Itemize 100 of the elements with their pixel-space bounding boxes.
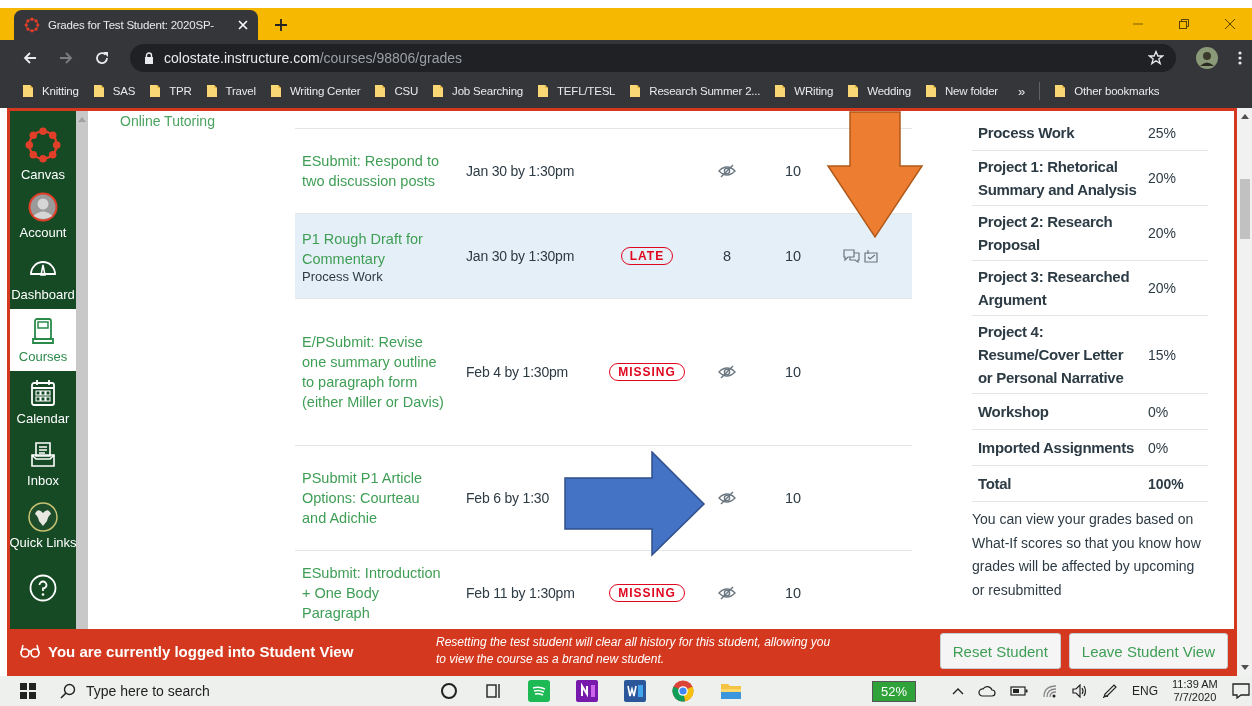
wifi-icon[interactable] bbox=[1042, 684, 1059, 698]
group-weight: 20% bbox=[1148, 225, 1177, 241]
bookmark[interactable]: Travel bbox=[205, 84, 256, 98]
notification-icon[interactable] bbox=[1231, 683, 1250, 699]
group-name: Project 3: Researched Argument bbox=[978, 267, 1131, 310]
more-bookmarks-button[interactable]: » bbox=[1017, 83, 1026, 99]
folder-icon bbox=[149, 84, 162, 98]
rubric-icon bbox=[863, 249, 879, 263]
taskbar-search-field[interactable]: Type here to search bbox=[60, 683, 390, 699]
what-if-note: You can view your grades based on What-If scores so that you know how grades will be affected by upcoming or resubmitted bbox=[972, 510, 1202, 600]
nav-item[interactable]: Quick Links bbox=[10, 495, 76, 557]
assignment-link[interactable]: ESubmit: Respond to two discussion posts bbox=[302, 151, 447, 191]
new-tab-icon[interactable] bbox=[274, 18, 288, 32]
group-name: Process Work bbox=[978, 123, 1076, 143]
canvas-logo-icon bbox=[24, 17, 40, 33]
nav-item[interactable]: Calendar bbox=[10, 371, 76, 433]
tab-title: Grades for Test Student: 2020SP- bbox=[48, 19, 215, 31]
nav-item[interactable]: Inbox bbox=[10, 433, 76, 495]
close-icon[interactable] bbox=[1224, 18, 1236, 30]
menu-icon[interactable] bbox=[1238, 50, 1242, 66]
address-bar[interactable]: colostate.instructure.com/courses/98806/grades bbox=[130, 44, 1176, 72]
group-weight: 0% bbox=[1148, 439, 1169, 456]
folder-icon bbox=[432, 84, 445, 98]
folder-icon bbox=[1054, 84, 1067, 98]
group-name: Project 2: Research Proposal bbox=[978, 212, 1114, 255]
folder-icon bbox=[22, 84, 34, 98]
bookmark[interactable]: Research Summer 2... bbox=[629, 84, 761, 98]
group-name: Project 4: Resume/Cover Letter or Personal Narrative bbox=[978, 322, 1125, 388]
clock[interactable]: 11:39 AM 7/7/2020 bbox=[1172, 678, 1218, 704]
scrollbar[interactable] bbox=[76, 111, 88, 629]
bookmark[interactable]: CSU bbox=[374, 84, 419, 98]
points-possible: 10 bbox=[784, 490, 802, 506]
nav-item[interactable]: Courses bbox=[10, 309, 76, 371]
folder-icon bbox=[92, 84, 105, 98]
folder-icon bbox=[205, 84, 218, 98]
bookmark[interactable]: Writing Center bbox=[269, 84, 361, 98]
bookmark[interactable]: SAS bbox=[92, 84, 136, 98]
browser-tab[interactable]: Grades for Test Student: 2020SP- bbox=[14, 10, 258, 40]
help-icon bbox=[28, 573, 58, 603]
group-weight: 20% bbox=[1148, 280, 1177, 296]
scrollbar[interactable] bbox=[1237, 108, 1252, 676]
url-text: colostate.instructure.com/courses/98806/grades bbox=[164, 50, 464, 66]
restore-icon[interactable] bbox=[1178, 18, 1190, 30]
bookmark[interactable]: Wedding bbox=[847, 84, 911, 98]
due-date: Feb 6 by 1:30 bbox=[466, 490, 549, 506]
bookmark[interactable]: TEFL/TESL bbox=[537, 84, 616, 98]
group-weight: 20% bbox=[1148, 170, 1177, 186]
bookmark[interactable]: New folder bbox=[925, 84, 998, 98]
folder-icon bbox=[537, 84, 550, 98]
due-date: Feb 11 by 1:30pm bbox=[466, 585, 575, 601]
avatar-icon[interactable] bbox=[1196, 47, 1218, 69]
music-app-icon[interactable] bbox=[528, 680, 550, 702]
nav-item[interactable]: Dashboard bbox=[10, 247, 76, 309]
pen-icon[interactable] bbox=[1102, 683, 1119, 699]
reset-info-text: Resetting the test student will clear all history for this student, allowing you to view the course as a brand new student. bbox=[436, 634, 832, 668]
folder-app-icon[interactable] bbox=[720, 681, 742, 701]
inbox-icon bbox=[28, 440, 58, 470]
battery-meter: 52% bbox=[872, 680, 917, 702]
bookmark[interactable]: Other bookmarks bbox=[1054, 84, 1160, 98]
cortana-icon[interactable] bbox=[440, 682, 458, 700]
canvas-logo-icon bbox=[24, 126, 62, 164]
glasses-icon bbox=[20, 644, 40, 658]
calendar-icon bbox=[28, 378, 58, 408]
star-icon[interactable] bbox=[1148, 50, 1164, 66]
group-weight: 0% bbox=[1148, 403, 1169, 420]
bookmark[interactable]: Job Searching bbox=[432, 84, 524, 98]
battery-icon[interactable] bbox=[1010, 686, 1029, 696]
folder-icon bbox=[269, 84, 282, 98]
assignment-link[interactable]: PSubmit P1 Article Options: Courteau and Adichie bbox=[302, 468, 447, 528]
group-name: Workshop bbox=[978, 402, 1050, 422]
bookmark[interactable]: TPR bbox=[149, 84, 192, 98]
points-possible: 10 bbox=[784, 248, 802, 264]
bookmark[interactable]: WRiting bbox=[774, 84, 834, 98]
browser-app-icon[interactable] bbox=[672, 680, 694, 702]
points-possible: 10 bbox=[784, 585, 802, 601]
points-possible: 10 bbox=[784, 163, 802, 179]
notes-app-icon[interactable] bbox=[576, 680, 598, 702]
forward-icon[interactable] bbox=[58, 50, 74, 66]
bookmark[interactable]: Knitting bbox=[22, 84, 79, 98]
scroll-up-icon bbox=[78, 117, 86, 122]
student-view-message: You are currently logged into Student View bbox=[48, 642, 355, 660]
assignment-link[interactable]: ESubmit: Introduction + One Body Paragraph bbox=[302, 563, 447, 623]
folder-icon bbox=[925, 84, 937, 98]
speaker-icon[interactable] bbox=[1072, 684, 1089, 698]
language-indicator[interactable]: ENG bbox=[1132, 684, 1159, 698]
reload-icon[interactable] bbox=[94, 50, 110, 66]
document-app-icon[interactable] bbox=[624, 680, 646, 702]
cloud-icon[interactable] bbox=[978, 685, 997, 697]
lock-icon bbox=[144, 52, 154, 64]
group-weight: 25% bbox=[1148, 124, 1177, 141]
back-icon[interactable] bbox=[22, 50, 38, 66]
assignment-link[interactable]: E/PSubmit: Revise one summary outline to paragraph form (either Miller or Davis) bbox=[302, 332, 447, 412]
nav-item[interactable]: Canvas bbox=[10, 123, 76, 185]
nav-item[interactable]: Account bbox=[10, 185, 76, 247]
due-date: Jan 30 by 1:30pm bbox=[466, 163, 575, 179]
points-possible: 10 bbox=[784, 364, 802, 380]
windows-start-icon[interactable] bbox=[20, 683, 36, 699]
chevron-up-icon[interactable] bbox=[952, 687, 965, 695]
task-view-icon[interactable] bbox=[484, 682, 502, 700]
scrollbar-thumb[interactable] bbox=[1239, 179, 1250, 239]
